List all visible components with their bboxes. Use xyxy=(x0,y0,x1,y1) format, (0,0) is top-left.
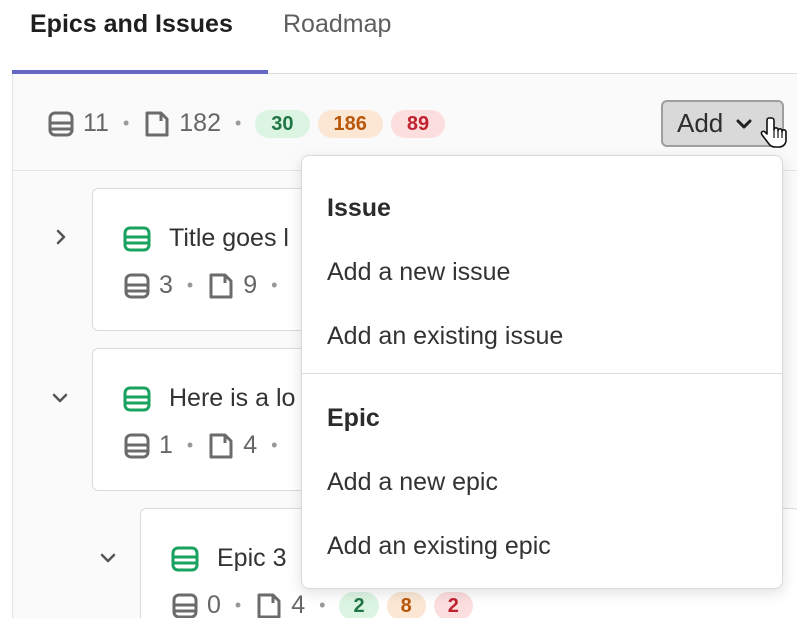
issues-count: 182 xyxy=(179,109,221,137)
badge-orange: 186 xyxy=(317,109,383,138)
issues-count: 4 xyxy=(291,591,306,618)
badge-red: 2 xyxy=(433,591,473,618)
epic-icon xyxy=(171,546,199,572)
dropdown-divider xyxy=(302,373,782,374)
epic-icon xyxy=(123,272,151,300)
separator-dot: • xyxy=(271,435,278,455)
add-button-label: Add xyxy=(677,108,724,138)
badge-green: 30 xyxy=(255,109,310,138)
chevron-right-icon[interactable] xyxy=(52,228,70,246)
issues-count: 9 xyxy=(243,271,258,299)
item-title-row: Title goes l xyxy=(123,224,289,253)
add-dropdown-menu: Issue Add a new issue Add an existing is… xyxy=(301,155,783,589)
add-existing-epic-item[interactable]: Add an existing epic xyxy=(327,532,551,561)
separator-dot: • xyxy=(234,113,242,133)
chevron-down-icon[interactable] xyxy=(99,549,117,567)
epics-count: 1 xyxy=(159,431,173,459)
add-existing-issue-item[interactable]: Add an existing issue xyxy=(327,322,563,351)
item-title[interactable]: Title goes l xyxy=(169,224,289,253)
chevron-down-icon xyxy=(735,117,753,131)
summary-stats: 11 • 182 • 30 186 89 xyxy=(47,109,453,138)
issue-icon xyxy=(255,592,283,618)
separator-dot: • xyxy=(122,113,130,133)
issues-count: 4 xyxy=(243,431,258,459)
issue-icon xyxy=(207,432,235,460)
separator-dot: • xyxy=(319,595,326,615)
item-stats: 3 • 9 • xyxy=(123,271,291,300)
epics-count: 3 xyxy=(159,271,173,299)
hand-pointer-cursor-icon xyxy=(760,116,790,152)
badge-red: 89 xyxy=(390,109,446,138)
epic-icon xyxy=(123,432,151,460)
epic-icon xyxy=(171,592,199,618)
item-title-row: Here is a lo xyxy=(123,384,295,413)
item-stats: 1 • 4 • xyxy=(123,431,291,460)
item-stats: 0 • 4 • 2 8 2 xyxy=(171,591,481,618)
badge-green: 2 xyxy=(339,591,379,618)
item-title-row: Epic 3 xyxy=(171,544,286,573)
tab-roadmap[interactable]: Roadmap xyxy=(283,8,391,40)
issue-icon xyxy=(143,110,171,138)
item-title[interactable]: Here is a lo xyxy=(169,384,295,413)
epic-icon xyxy=(47,110,75,138)
dropdown-section-epic: Epic xyxy=(327,404,380,432)
separator-dot: • xyxy=(186,275,194,295)
epic-icon xyxy=(123,226,151,252)
separator-dot: • xyxy=(234,595,242,615)
item-title[interactable]: Epic 3 xyxy=(217,544,286,573)
separator-dot: • xyxy=(186,435,194,455)
tab-epics-and-issues[interactable]: Epics and Issues xyxy=(30,8,233,40)
add-new-epic-item[interactable]: Add a new epic xyxy=(327,468,498,497)
epic-icon xyxy=(123,386,151,412)
issue-icon xyxy=(207,272,235,300)
epics-count: 0 xyxy=(207,591,221,618)
add-new-issue-item[interactable]: Add a new issue xyxy=(327,258,510,287)
dropdown-section-issue: Issue xyxy=(327,194,391,222)
epics-count: 11 xyxy=(83,109,109,137)
chevron-down-icon[interactable] xyxy=(51,389,69,407)
separator-dot: • xyxy=(271,275,278,295)
badge-orange: 8 xyxy=(386,591,426,618)
